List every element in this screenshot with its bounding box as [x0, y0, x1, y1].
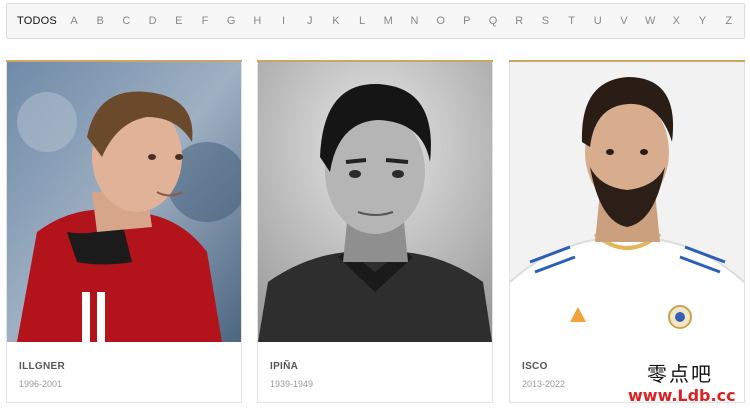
player-name: ISCO: [522, 361, 548, 372]
filter-todos[interactable]: TODOS: [17, 15, 57, 27]
player-name: IPIÑA: [270, 361, 299, 372]
filter-letter-f[interactable]: F: [192, 15, 218, 27]
filter-letter-y[interactable]: Y: [689, 15, 715, 27]
filter-letter-i[interactable]: I: [270, 15, 296, 27]
player-years: 1939-1949: [270, 379, 314, 389]
filter-letter-u[interactable]: U: [585, 15, 611, 27]
filter-letter-l[interactable]: L: [349, 15, 375, 27]
filter-letter-d[interactable]: D: [139, 15, 165, 27]
letter-list: ABCDEFGHIJKLMNOPQRSTUVWXYZ: [61, 15, 742, 27]
player-years: 1996-2001: [19, 379, 63, 389]
player-name: ILLGNER: [19, 361, 65, 372]
filter-letter-p[interactable]: P: [454, 15, 480, 27]
player-years: 2013-2022: [522, 379, 566, 389]
filter-letter-s[interactable]: S: [532, 15, 558, 27]
watermark-chinese: 零点吧: [647, 362, 713, 386]
filter-letter-b[interactable]: B: [87, 15, 113, 27]
filter-letter-k[interactable]: K: [323, 15, 349, 27]
filter-letter-q[interactable]: Q: [480, 15, 506, 27]
filter-letter-t[interactable]: T: [558, 15, 584, 27]
filter-letter-n[interactable]: N: [401, 15, 427, 27]
alphabet-filter-bar: TODOS ABCDEFGHIJKLMNOPQRSTUVWXYZ: [6, 3, 745, 39]
filter-letter-m[interactable]: M: [375, 15, 401, 27]
filter-letter-h[interactable]: H: [244, 15, 270, 27]
filter-letter-v[interactable]: V: [611, 15, 637, 27]
player-card[interactable]: ILLGNER 1996-2001: [6, 60, 242, 403]
player-card[interactable]: ISCO 2013-2022: [509, 60, 745, 403]
watermark-url: www.Ldb.cc: [628, 386, 736, 405]
filter-letter-a[interactable]: A: [61, 15, 87, 27]
player-card[interactable]: IPIÑA 1939-1949: [257, 60, 493, 403]
player-photo: [7, 62, 241, 342]
filter-letter-w[interactable]: W: [637, 15, 663, 27]
filter-letter-e[interactable]: E: [166, 15, 192, 27]
player-photo: [258, 62, 492, 342]
filter-letter-o[interactable]: O: [428, 15, 454, 27]
filter-letter-x[interactable]: X: [663, 15, 689, 27]
filter-letter-r[interactable]: R: [506, 15, 532, 27]
player-photo: [510, 62, 744, 342]
filter-letter-c[interactable]: C: [113, 15, 139, 27]
filter-letter-j[interactable]: J: [297, 15, 323, 27]
filter-letter-z[interactable]: Z: [716, 15, 742, 27]
filter-letter-g[interactable]: G: [218, 15, 244, 27]
